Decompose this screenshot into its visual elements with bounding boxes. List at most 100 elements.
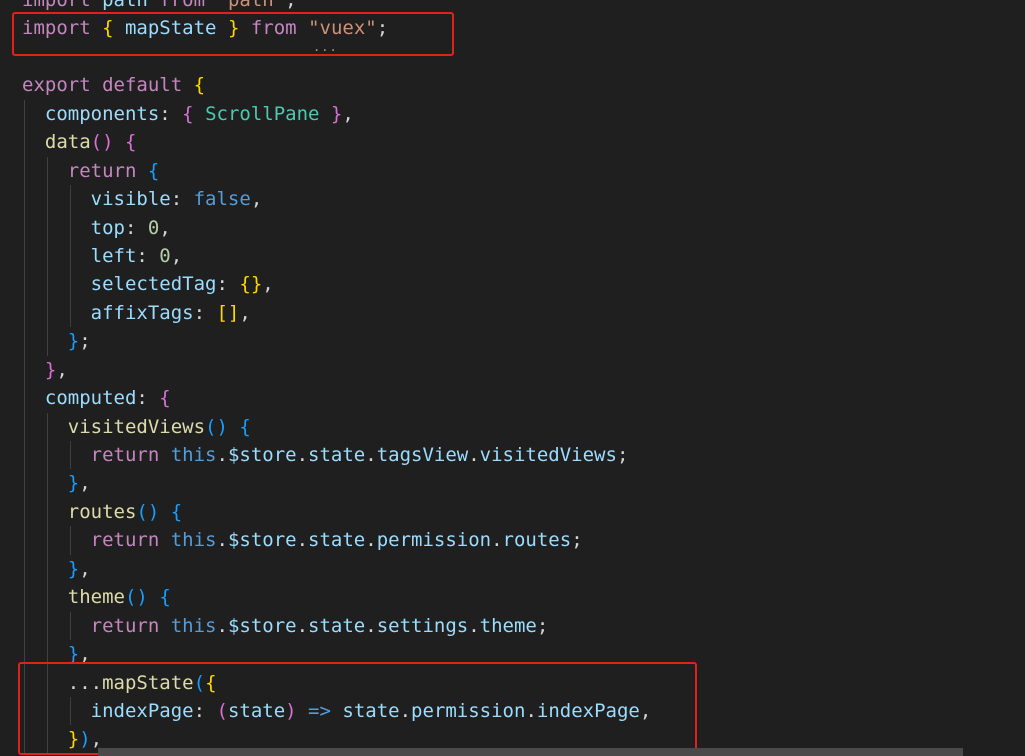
code-token: =>	[308, 699, 331, 722]
indent-guide	[24, 412, 25, 441]
code-line[interactable]: computed: {	[22, 384, 651, 413]
code-line[interactable]: import { mapState } from "vuex";	[22, 14, 651, 42]
ellipsis-hint: ...	[313, 40, 338, 54]
indent-guide	[46, 469, 48, 498]
code-token: ;	[571, 529, 583, 552]
code-token: :	[193, 699, 217, 722]
code-token: import	[22, 17, 91, 40]
code-token: ...	[67, 671, 103, 694]
indent-guide	[24, 128, 25, 157]
code-line[interactable]: },	[22, 554, 651, 584]
code-line[interactable]: theme() {	[22, 583, 651, 612]
code-token: visitedViews	[67, 415, 206, 438]
code-lines[interactable]: import path from "path"; import { mapStat…	[22, 0, 651, 754]
code-line[interactable]: import path from "path";	[22, 0, 651, 14]
horizontal-scrollbar[interactable]	[98, 748, 963, 756]
code-line[interactable]: },	[22, 469, 651, 498]
indent-guide	[46, 298, 48, 328]
code-token: ;	[285, 0, 297, 11]
code-line[interactable]: };	[22, 327, 651, 356]
indent-guide	[24, 696, 25, 726]
code-token: mapState	[102, 671, 194, 694]
code-token: this	[170, 614, 217, 637]
indent-guide	[46, 640, 48, 669]
code-token: }	[67, 728, 80, 751]
code-line[interactable]: return this.$store.state.settings.theme;	[22, 611, 651, 641]
code-line[interactable]: ...mapState({	[22, 668, 651, 697]
code-line[interactable]: indexPage: (state) => state.permission.i…	[22, 696, 651, 726]
code-line[interactable]: visitedViews() {	[22, 412, 651, 441]
code-token: permission	[411, 699, 526, 722]
indent-guide	[24, 327, 25, 356]
code-token: state	[308, 614, 366, 637]
indent-guide	[24, 725, 25, 754]
code-token: ,	[239, 301, 251, 324]
code-line[interactable]: top: 0,	[22, 213, 651, 242]
code-line[interactable]: data() {	[22, 128, 651, 157]
code-line[interactable]: routes() {	[22, 497, 651, 527]
code-token: ;	[79, 330, 91, 353]
indent-guide	[24, 99, 25, 129]
indent-guide	[69, 696, 71, 726]
indent-guide	[24, 526, 25, 555]
indent-guide	[46, 327, 48, 356]
indent-guide	[24, 554, 25, 584]
indent-guide	[24, 469, 25, 498]
code-token: this	[170, 529, 217, 552]
code-token: 0	[159, 244, 171, 267]
indent-guide	[46, 412, 48, 441]
indent-guide	[69, 241, 71, 271]
code-token: []	[216, 301, 240, 324]
code-token: path	[90, 0, 160, 11]
code-token: }	[67, 330, 80, 353]
code-token: state	[227, 699, 286, 722]
code-token: {	[205, 671, 217, 694]
code-token: )	[285, 699, 297, 722]
code-token: {	[193, 74, 206, 97]
code-token: state	[308, 444, 366, 466]
code-line[interactable]: selectedTag: {},	[22, 270, 651, 299]
code-token: .	[296, 614, 309, 637]
indent-guide	[24, 241, 25, 271]
code-token: .	[468, 444, 480, 466]
code-token: theme	[479, 614, 537, 637]
indent-guide	[69, 213, 71, 242]
code-line[interactable]: return this.$store.state.tagsView.visite…	[22, 441, 651, 470]
code-token: visitedViews	[479, 444, 617, 466]
code-token: }	[67, 472, 80, 495]
code-token: {	[125, 131, 137, 154]
code-token: ScrollPane	[205, 102, 320, 125]
code-line[interactable]: return this.$store.state.permission.rout…	[22, 526, 651, 555]
code-line[interactable]: affixTags: [],	[22, 298, 651, 328]
code-line[interactable]: },	[22, 355, 651, 385]
code-token: top	[90, 216, 125, 239]
code-line[interactable]: left: 0,	[22, 241, 651, 271]
code-token: routes	[502, 529, 572, 552]
code-token: .	[216, 614, 228, 637]
code-line[interactable]: },	[22, 640, 651, 669]
code-line[interactable]: return {	[22, 156, 651, 186]
code-editor[interactable]: import path from "path"; import { mapStat…	[0, 0, 1025, 756]
code-token: ()	[124, 586, 148, 609]
code-token: {	[147, 159, 160, 182]
code-line[interactable]: components: { ScrollPane },	[22, 99, 651, 129]
code-line[interactable]: export default {	[22, 71, 651, 99]
code-line[interactable]: visible: false,	[22, 185, 651, 214]
code-token: }	[44, 358, 57, 381]
code-token: left	[90, 244, 137, 267]
